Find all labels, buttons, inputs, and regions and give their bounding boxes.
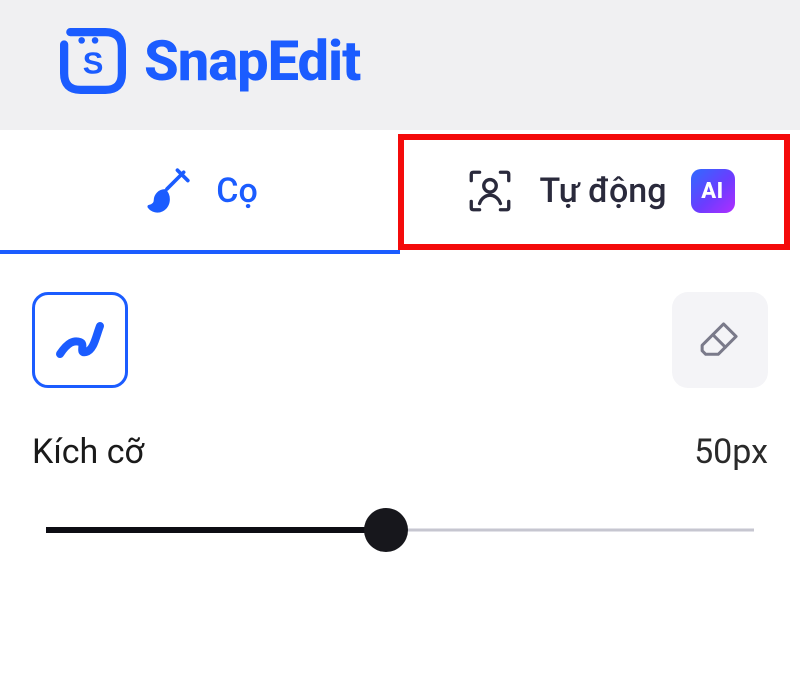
app-logo-icon: S xyxy=(60,28,126,94)
tab-auto[interactable]: Tự động AI xyxy=(400,130,800,254)
slider-fill xyxy=(46,527,386,533)
brand-name: SnapEdit xyxy=(144,28,360,94)
tab-brush-label: Cọ xyxy=(216,171,258,211)
size-row: Kích cỡ 50px xyxy=(32,432,768,472)
ai-badge-icon: AI xyxy=(691,169,735,213)
eraser-tool-button[interactable] xyxy=(672,292,768,388)
tool-tabs: Cọ Tự động AI xyxy=(0,130,800,254)
size-label: Kích cỡ xyxy=(32,432,144,472)
app-header: S SnapEdit xyxy=(0,0,800,130)
person-focus-icon xyxy=(465,166,515,216)
svg-text:S: S xyxy=(83,45,104,80)
scribble-icon xyxy=(52,312,108,368)
tool-row xyxy=(32,292,768,388)
brush-icon xyxy=(142,166,192,216)
slider-thumb[interactable] xyxy=(364,508,408,552)
brush-tool-button[interactable] xyxy=(32,292,128,388)
eraser-icon xyxy=(692,312,748,368)
size-value: 50px xyxy=(694,432,768,472)
tab-brush[interactable]: Cọ xyxy=(0,130,400,254)
size-slider[interactable] xyxy=(46,508,754,552)
tab-auto-label: Tự động xyxy=(539,171,666,211)
brush-panel: Kích cỡ 50px xyxy=(0,254,800,552)
